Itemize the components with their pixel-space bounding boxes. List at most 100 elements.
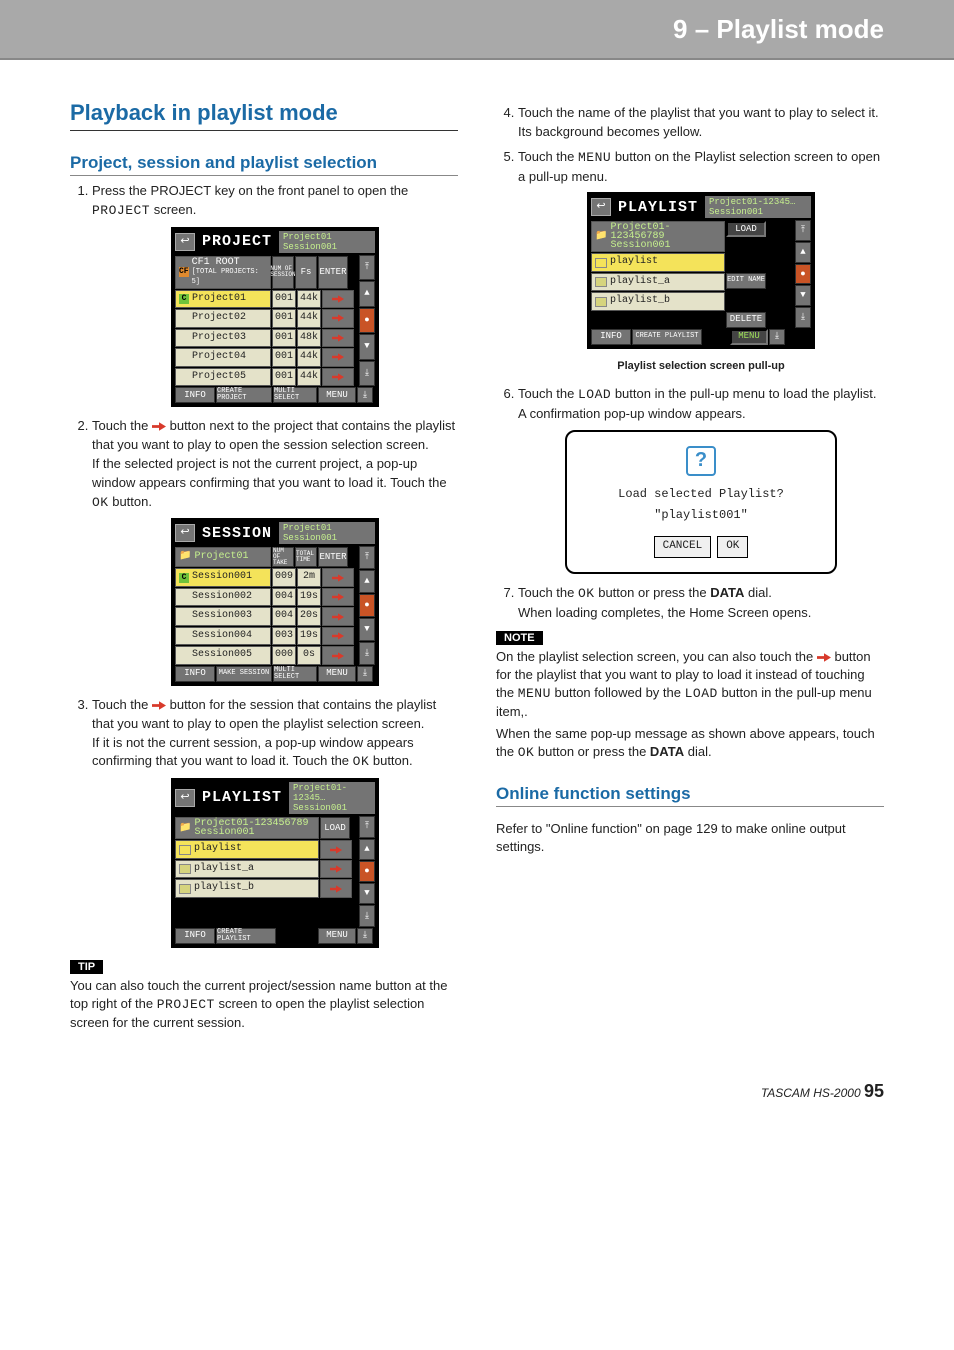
back-icon[interactable]: ↩ — [175, 524, 195, 542]
scrollbar[interactable]: ⤒▲ ● ▼⤓ — [359, 816, 375, 927]
info-button[interactable]: INFO — [175, 928, 215, 944]
session-row[interactable]: Session005 — [175, 646, 271, 665]
step-1: Press the PROJECT key on the front panel… — [92, 182, 458, 407]
step-3: Touch the button for the session that co… — [92, 696, 458, 948]
note-section: NOTE On the playlist selection screen, y… — [496, 629, 884, 762]
confirm-popup: ? Load selected Playlist? "playlist001" … — [565, 430, 837, 575]
step-7: Touch the OK button or press the DATA di… — [518, 584, 884, 623]
back-icon[interactable]: ↩ — [175, 233, 195, 251]
create-project-button[interactable]: CREATE PROJECT — [216, 387, 272, 403]
project-row[interactable]: Project03 — [175, 329, 271, 348]
scroll-end-icon[interactable]: ⤓ — [357, 387, 373, 403]
online-text: Refer to "Online function" on page 129 t… — [496, 820, 884, 856]
step-4: Touch the name of the playlist that you … — [518, 104, 884, 142]
scrollbar[interactable]: ⤒▲ ● ▼⤓ — [359, 255, 375, 387]
note-label: NOTE — [496, 631, 543, 645]
playlist-menu-screen: ↩ PLAYLIST Project01-12345…Session001 📁 … — [587, 192, 815, 349]
right-arrow-icon — [152, 697, 166, 712]
current-icon: C — [179, 294, 189, 304]
project-screen: ↩ PROJECT Project01Session001 CF CF1 ROO… — [171, 227, 379, 408]
playlist-row[interactable]: playlist_a — [175, 860, 319, 879]
page-footer: TASCAM HS-2000 95 — [0, 1081, 884, 1102]
parent-cell[interactable]: 📁Project01 — [175, 547, 271, 567]
step-5: Touch the MENU button on the Playlist se… — [518, 148, 884, 375]
folder-icon — [595, 277, 607, 287]
load-arrow-icon[interactable] — [320, 840, 352, 859]
tip-label: TIP — [70, 960, 103, 974]
create-playlist-button[interactable]: CREATE PLAYLIST — [216, 928, 276, 944]
parent-cell[interactable]: 📁 Project01-123456789Session001 — [591, 221, 725, 252]
cf-icon: CF — [179, 267, 189, 277]
playlist-row[interactable]: playlist_b — [591, 292, 725, 311]
path-display[interactable]: Project01-12345…Session001 — [289, 782, 375, 814]
project-row[interactable]: Project05 — [175, 368, 271, 387]
scroll-end-icon[interactable]: ⤓ — [769, 329, 785, 345]
enter-arrow-icon[interactable] — [322, 568, 354, 587]
current-icon: C — [179, 573, 189, 583]
playlist-row[interactable]: playlist — [175, 840, 319, 859]
session-row[interactable]: Session002 — [175, 588, 271, 607]
enter-arrow-icon[interactable] — [322, 627, 354, 646]
steps-list-left: Press the PROJECT key on the front panel… — [70, 182, 458, 948]
playlist-screen: ↩ PLAYLIST Project01-12345…Session001 📁 … — [171, 778, 379, 948]
menu-button[interactable]: MENU — [318, 387, 356, 403]
info-button[interactable]: INFO — [175, 387, 215, 403]
enter-arrow-icon[interactable] — [322, 588, 354, 607]
project-row[interactable]: Project02 — [175, 309, 271, 328]
session-screen: ↩ SESSION Project01Session001 📁Project01… — [171, 518, 379, 686]
menu-load-button[interactable]: LOAD — [726, 221, 766, 237]
menu-button[interactable]: MENU — [730, 329, 768, 345]
back-icon[interactable]: ↩ — [591, 198, 611, 216]
make-session-button[interactable]: MAKE SESSION — [216, 666, 272, 682]
session-row[interactable]: CSession001 — [175, 568, 271, 587]
playlist-row[interactable]: playlist — [591, 253, 725, 272]
ok-button[interactable]: OK — [717, 536, 748, 558]
folder-icon — [179, 864, 191, 874]
tip-section: TIP You can also touch the current proje… — [70, 958, 458, 1033]
step-6: Touch the LOAD button in the pull-up men… — [518, 385, 884, 574]
steps-list-right: Touch the name of the playlist that you … — [496, 104, 884, 623]
subsection-title: Project, session and playlist selection — [70, 153, 458, 176]
cancel-button[interactable]: CANCEL — [654, 536, 712, 558]
step-2: Touch the button next to the project tha… — [92, 417, 458, 686]
multi-select-button[interactable]: MULTI SELECT — [273, 387, 317, 403]
enter-arrow-icon[interactable] — [322, 368, 354, 387]
scroll-end-icon[interactable]: ⤓ — [357, 928, 373, 944]
enter-arrow-icon[interactable] — [322, 607, 354, 626]
menu-button[interactable]: MENU — [318, 928, 356, 944]
multi-select-button[interactable]: MULTI SELECT — [273, 666, 317, 682]
menu-edit-name-button[interactable]: EDIT NAME — [726, 273, 766, 289]
create-playlist-button[interactable]: CREATE PLAYLIST — [632, 329, 702, 345]
folder-up-icon: 📁 — [595, 232, 607, 241]
enter-arrow-icon[interactable] — [322, 348, 354, 367]
enter-arrow-icon[interactable] — [322, 329, 354, 348]
load-arrow-icon[interactable] — [320, 860, 352, 879]
load-arrow-icon[interactable] — [320, 879, 352, 898]
enter-arrow-icon[interactable] — [322, 309, 354, 328]
path-display[interactable]: Project01-12345…Session001 — [705, 196, 811, 218]
playlist-row[interactable]: playlist_a — [591, 273, 725, 292]
project-row[interactable]: Project04 — [175, 348, 271, 367]
session-row[interactable]: Session004 — [175, 627, 271, 646]
info-button[interactable]: INFO — [175, 666, 215, 682]
path-display[interactable]: Project01Session001 — [279, 231, 375, 253]
caption: Playlist selection screen pull-up — [518, 359, 884, 375]
info-button[interactable]: INFO — [591, 329, 631, 345]
scrollbar[interactable]: ⤒▲ ● ▼⤓ — [795, 220, 811, 328]
back-icon[interactable]: ↩ — [175, 789, 195, 807]
root-cell: CF CF1 ROOT[TOTAL PROJECTS: 5] — [175, 256, 271, 289]
parent-cell[interactable]: 📁 Project01-123456789Session001 — [175, 817, 319, 839]
folder-icon — [179, 884, 191, 894]
chapter-title: 9 – Playlist mode — [673, 14, 884, 45]
scroll-end-icon[interactable]: ⤓ — [357, 666, 373, 682]
path-display[interactable]: Project01Session001 — [279, 522, 375, 544]
enter-arrow-icon[interactable] — [322, 646, 354, 665]
playlist-row[interactable]: playlist_b — [175, 879, 319, 898]
project-row[interactable]: CProject01 — [175, 290, 271, 309]
scrollbar[interactable]: ⤒▲ ● ▼⤓ — [359, 546, 375, 665]
folder-icon — [595, 258, 607, 268]
enter-arrow-icon[interactable] — [322, 290, 354, 309]
menu-button[interactable]: MENU — [318, 666, 356, 682]
menu-delete-button[interactable]: DELETE — [726, 312, 766, 328]
session-row[interactable]: Session003 — [175, 607, 271, 626]
